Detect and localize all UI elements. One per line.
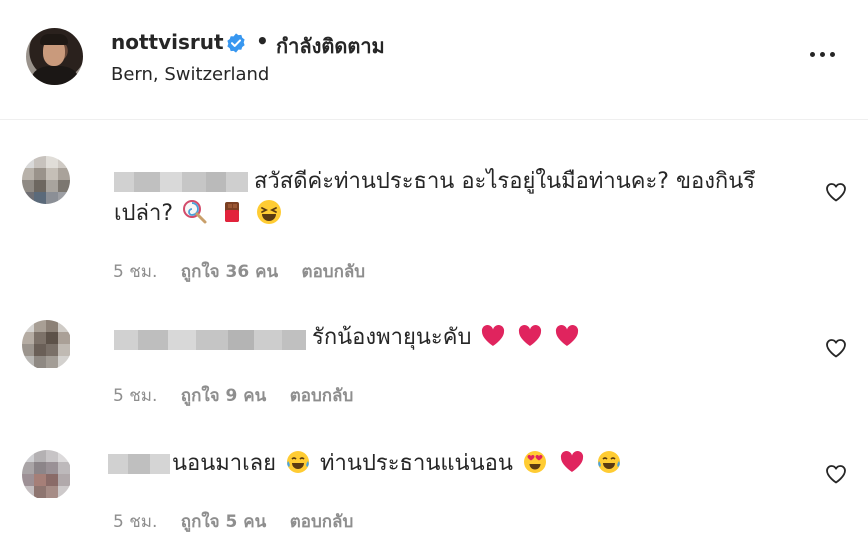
red-heart-emoji-icon [519, 325, 542, 346]
reply-button[interactable]: ตอบกลับ [302, 262, 366, 282]
commenter-username[interactable] [108, 454, 170, 474]
comment-text-part: ท่านประธานแน่นอน [320, 451, 513, 476]
heart-eyes-emoji-icon [523, 451, 546, 473]
comment-text: นอนมาเลย [172, 451, 277, 476]
comment-text: รักน้องพายุนะคับ [312, 325, 472, 350]
comment-item: รักน้องพายุนะคับ 5 ชม. ถูกใจ 9 คน ตอบกลั… [0, 310, 868, 420]
tears-of-joy-emoji-icon [287, 451, 310, 473]
chocolate-bar-emoji-icon [225, 202, 239, 222]
author-username[interactable]: nottvisrut [111, 30, 224, 54]
comment-text-line: รักน้องพายุนะคับ [312, 322, 582, 354]
red-heart-emoji-icon [482, 325, 505, 346]
comment-likes-count[interactable]: ถูกใจ 36 คน [181, 262, 278, 282]
reply-button[interactable]: ตอบกลับ [290, 386, 354, 406]
comment-item: สวัสดีค่ะท่านประธาน อะไรอยู่ในมือท่านคะ?… [0, 150, 868, 290]
heart-outline-icon[interactable] [824, 180, 848, 204]
heart-outline-icon[interactable] [824, 336, 848, 360]
author-avatar[interactable] [26, 28, 83, 85]
comment-time[interactable]: 5 ชม. [113, 386, 157, 406]
comment-text-line2: เปล่า? [114, 198, 284, 230]
comment-text-line: นอนมาเลย ท่านประธานแน่นอน [172, 448, 624, 480]
comment-item: นอนมาเลย ท่านประธานแน่นอน 5 ชม. ถูกใจ 5 … [0, 440, 868, 550]
commenter-avatar[interactable] [22, 156, 70, 204]
comment-time[interactable]: 5 ชม. [113, 512, 157, 532]
header-separator: • [256, 29, 269, 53]
follow-status-button[interactable]: กำลังติดตาม [276, 30, 385, 62]
lollipop-emoji-icon [183, 200, 207, 224]
post-header: nottvisrut • กำลังติดตาม Bern, Switzerla… [0, 0, 868, 120]
commenter-username[interactable] [114, 330, 306, 350]
comment-text: สวัสดีค่ะท่านประธาน อะไรอยู่ในมือท่านคะ?… [254, 169, 756, 194]
comment-time[interactable]: 5 ชม. [113, 262, 157, 282]
red-heart-emoji-icon [560, 451, 583, 472]
commenter-username[interactable] [114, 172, 248, 192]
comment-meta: 5 ชม. ถูกใจ 5 คน ตอบกลับ [113, 508, 371, 535]
red-heart-emoji-icon [556, 325, 579, 346]
comment-likes-count[interactable]: ถูกใจ 9 คน [181, 386, 267, 406]
comment-meta: 5 ชม. ถูกใจ 9 คน ตอบกลับ [113, 382, 371, 409]
post-location[interactable]: Bern, Switzerland [111, 64, 269, 85]
laughing-face-emoji-icon [257, 200, 281, 224]
commenter-avatar[interactable] [22, 320, 72, 370]
commenter-avatar[interactable] [22, 450, 72, 500]
comment-likes-count[interactable]: ถูกใจ 5 คน [181, 512, 267, 532]
comment-meta: 5 ชม. ถูกใจ 36 คน ตอบกลับ [113, 258, 383, 285]
more-options-icon[interactable] [808, 44, 838, 64]
verified-badge-icon [227, 33, 245, 53]
heart-outline-icon[interactable] [824, 462, 848, 486]
comment-text-part: เปล่า? [114, 201, 173, 226]
reply-button[interactable]: ตอบกลับ [290, 512, 354, 532]
tears-of-joy-emoji-icon [597, 451, 620, 473]
